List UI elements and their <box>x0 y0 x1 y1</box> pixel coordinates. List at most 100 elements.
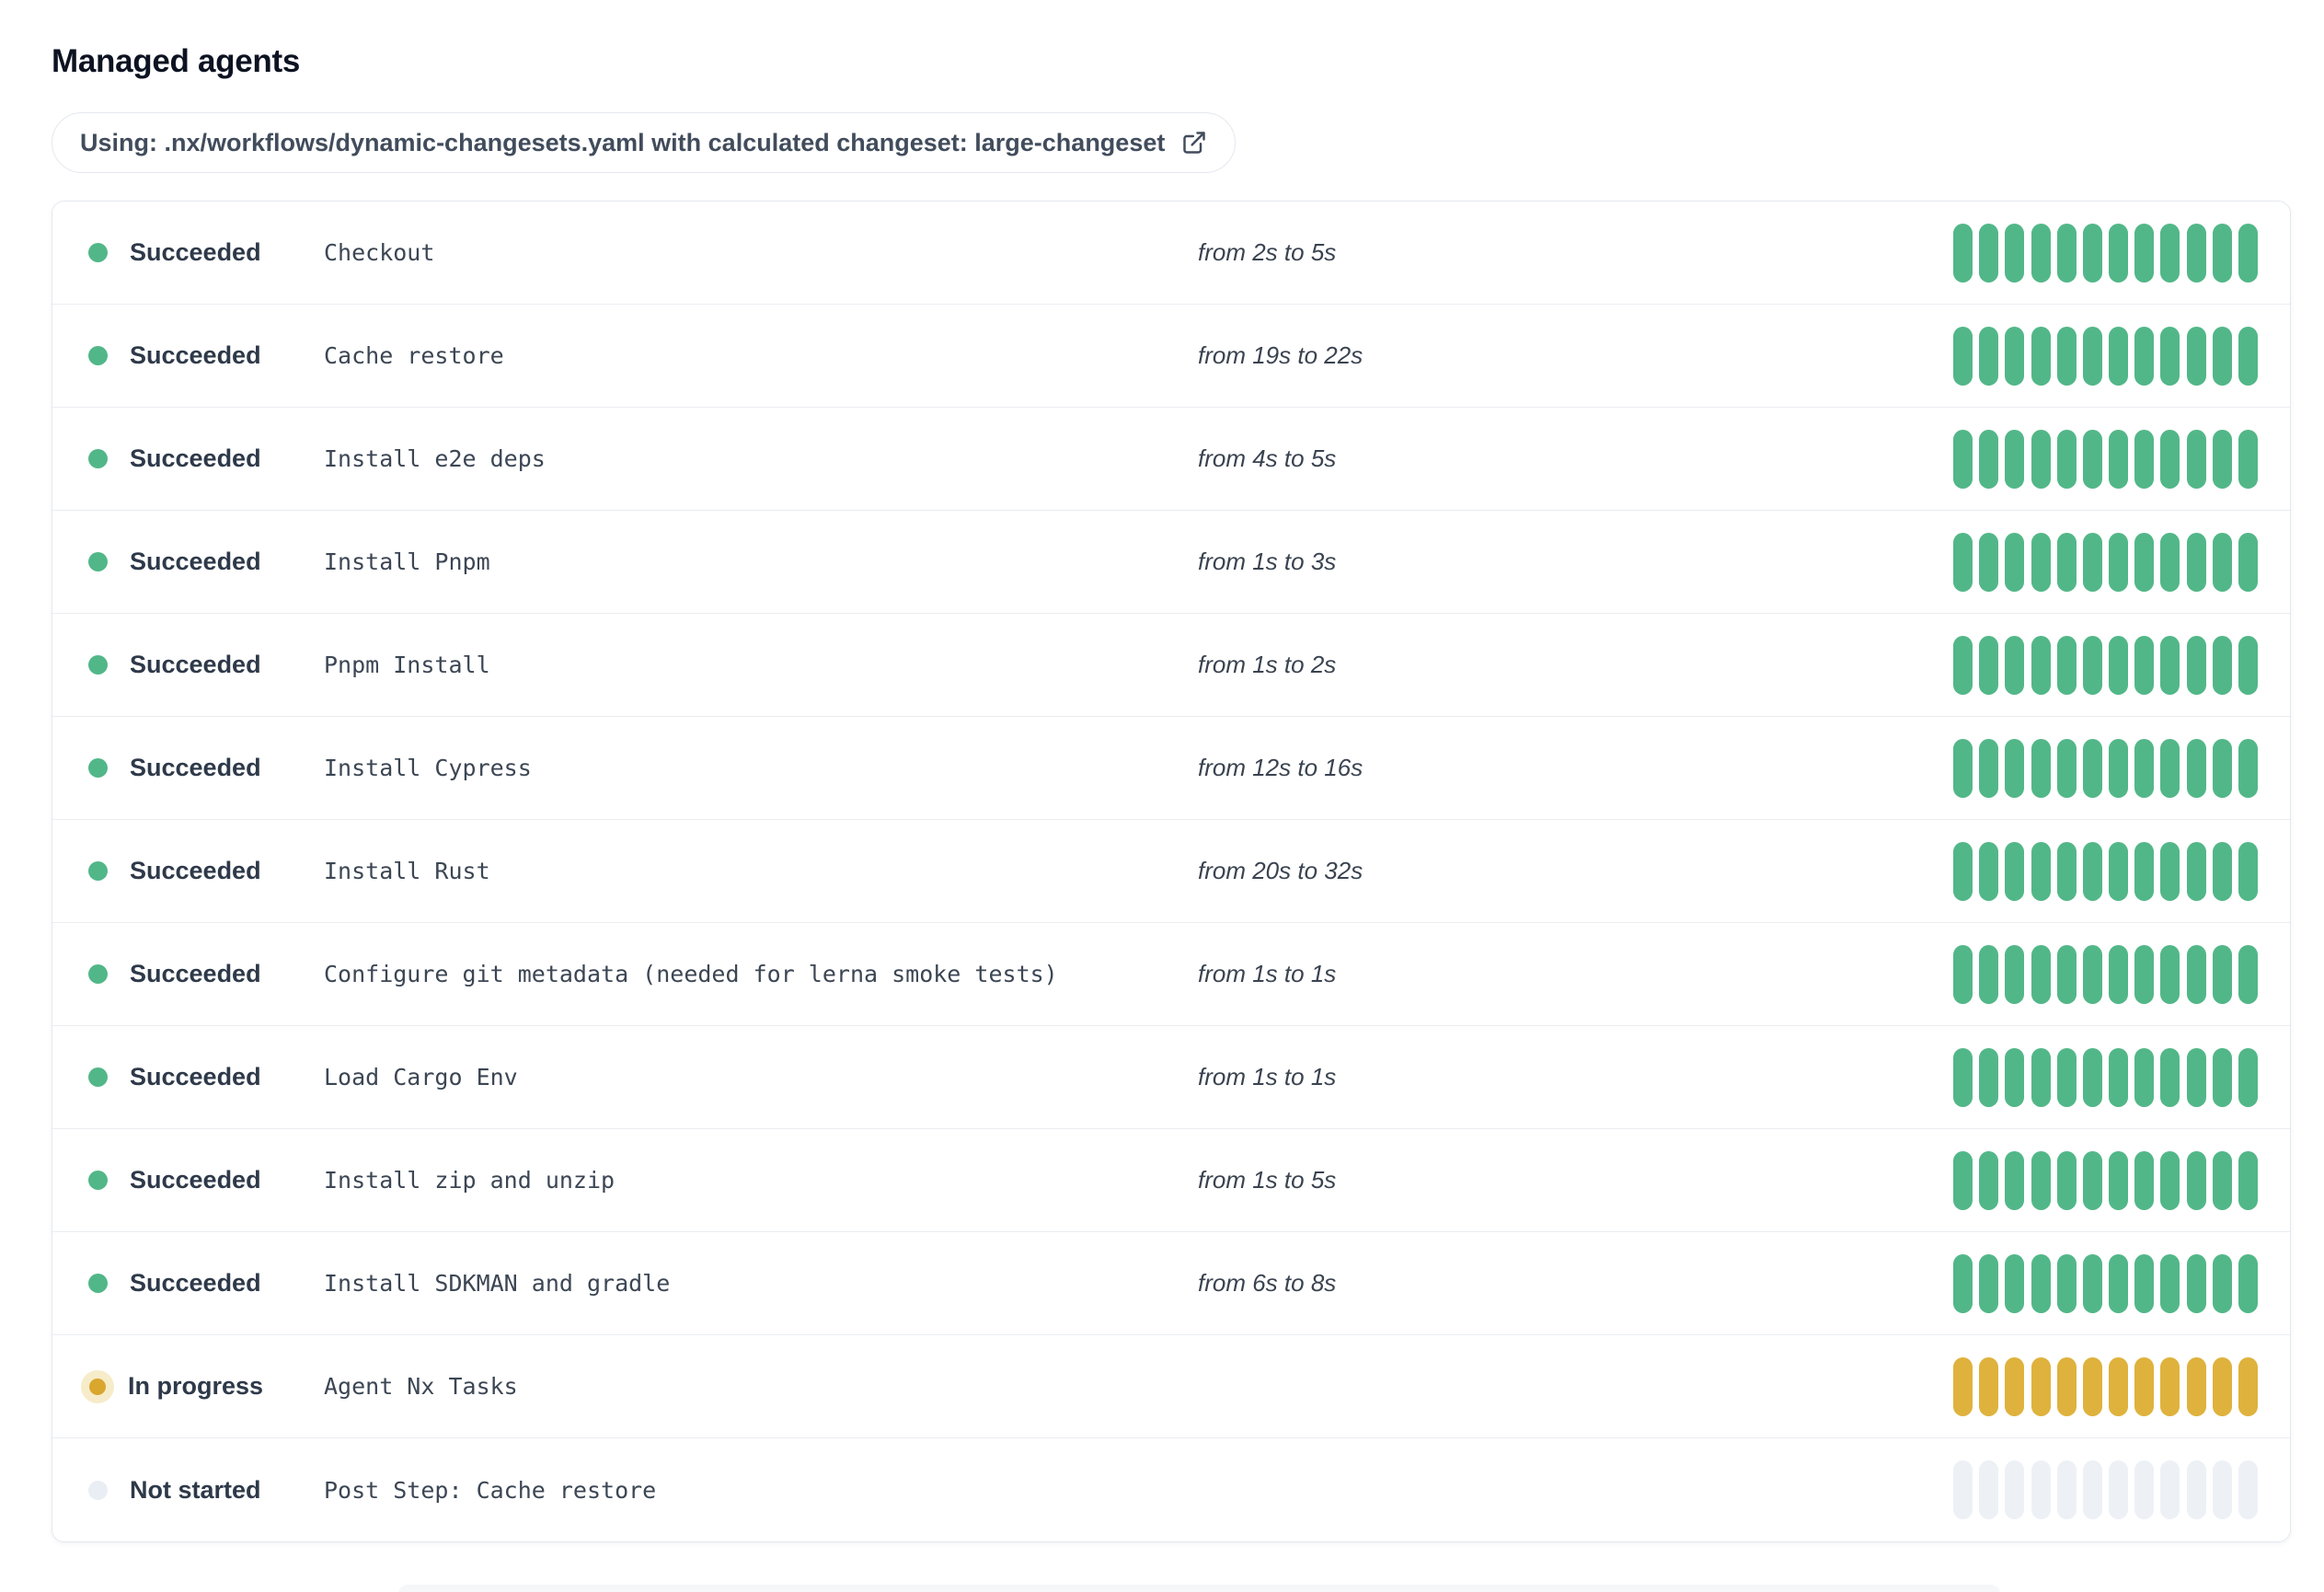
status-cell: Succeeded <box>88 960 324 988</box>
agent-step-row[interactable]: Succeeded Cache restore from 19s to 22s <box>52 305 2290 408</box>
agent-usage-bar <box>2238 532 2258 592</box>
agent-usage-bar <box>2031 326 2051 386</box>
step-duration: from 1s to 5s <box>1198 1166 1337 1194</box>
agent-usage-bar <box>1953 429 1973 489</box>
agent-usage-bar <box>2082 429 2102 489</box>
agent-usage-bar <box>2186 1150 2206 1210</box>
agent-usage-bar <box>2212 944 2232 1004</box>
agent-usage-bar <box>2186 1253 2206 1313</box>
agent-usage-bar <box>2082 635 2102 695</box>
agent-usage-bar <box>2056 841 2077 901</box>
step-duration: from 4s to 5s <box>1198 444 1337 472</box>
agent-bars <box>1953 223 2258 283</box>
agent-usage-bar <box>2031 1460 2051 1519</box>
agent-step-row[interactable]: Succeeded Pnpm Install from 1s to 2s <box>52 614 2290 717</box>
agent-step-row[interactable]: In progress Agent Nx Tasks <box>52 1335 2290 1438</box>
agent-usage-bar <box>2212 635 2232 695</box>
agent-usage-bar <box>2186 532 2206 592</box>
status-label: Succeeded <box>130 1166 261 1194</box>
agent-usage-bar <box>1953 738 1973 798</box>
agent-usage-bar <box>2031 1356 2051 1416</box>
agent-usage-bar <box>2082 532 2102 592</box>
agent-usage-bar <box>2109 1047 2129 1107</box>
status-label: Succeeded <box>130 548 261 575</box>
workflow-changeset-text: Using: .nx/workflows/dynamic-changesets.… <box>80 128 1166 156</box>
agent-usage-bar <box>1979 1356 1999 1416</box>
agent-usage-bar <box>2082 841 2102 901</box>
agent-usage-bar <box>2056 1150 2077 1210</box>
agent-usage-bar <box>2056 532 2077 592</box>
agent-usage-bar <box>2031 429 2051 489</box>
status-cell: Succeeded <box>88 857 324 885</box>
agent-usage-bar <box>2082 326 2102 386</box>
status-cell: Succeeded <box>88 444 324 473</box>
agent-step-row[interactable]: Succeeded Install Rust from 20s to 32s <box>52 820 2290 923</box>
agent-usage-bar <box>2056 429 2077 489</box>
step-name: Install Cypress <box>324 755 532 781</box>
next-section-stub <box>398 1585 2000 1592</box>
agent-usage-bar <box>2005 841 2025 901</box>
agent-usage-bar <box>1979 326 1999 386</box>
agent-usage-bar <box>2212 738 2232 798</box>
agent-usage-bar <box>2109 532 2129 592</box>
agent-usage-bar <box>2109 1460 2129 1519</box>
agents-card: Succeeded Checkout from 2s to 5s Succeed… <box>52 201 2291 1542</box>
agent-usage-bar <box>1979 944 1999 1004</box>
agent-usage-bar <box>2005 223 2025 283</box>
agent-step-row[interactable]: Succeeded Load Cargo Env from 1s to 1s <box>52 1026 2290 1129</box>
step-name: Pnpm Install <box>324 652 490 678</box>
status-cell: Succeeded <box>88 1063 324 1091</box>
agent-usage-bar <box>2160 532 2180 592</box>
step-duration: from 6s to 8s <box>1198 1269 1337 1297</box>
agent-usage-bar <box>2238 635 2258 695</box>
agent-bars <box>1953 1460 2258 1519</box>
agent-usage-bar <box>2134 1150 2155 1210</box>
agent-bars <box>1953 738 2258 798</box>
agent-usage-bar <box>2056 326 2077 386</box>
agent-usage-bar <box>2238 1150 2258 1210</box>
agent-usage-bar <box>1979 635 1999 695</box>
agent-usage-bar <box>2212 1253 2232 1313</box>
step-duration: from 19s to 22s <box>1198 341 1363 369</box>
agent-step-row[interactable]: Succeeded Install zip and unzip from 1s … <box>52 1129 2290 1232</box>
workflow-changeset-link[interactable]: Using: .nx/workflows/dynamic-changesets.… <box>52 112 1237 173</box>
agent-usage-bar <box>1979 1253 1999 1313</box>
agent-usage-bar <box>2160 1047 2180 1107</box>
agent-usage-bar <box>2134 532 2155 592</box>
status-label: Succeeded <box>130 1269 261 1297</box>
agent-usage-bar <box>2005 635 2025 695</box>
agent-step-row[interactable]: Succeeded Install Pnpm from 1s to 3s <box>52 511 2290 614</box>
agent-usage-bar <box>1953 532 1973 592</box>
agent-usage-bar <box>2109 1356 2129 1416</box>
agent-usage-bar <box>2031 738 2051 798</box>
agent-usage-bar <box>2160 1253 2180 1313</box>
agent-usage-bar <box>2005 738 2025 798</box>
agent-usage-bar <box>1953 326 1973 386</box>
step-name: Checkout <box>324 239 435 266</box>
agent-usage-bar <box>2160 1356 2180 1416</box>
status-label: Succeeded <box>130 960 261 987</box>
external-link-icon <box>1181 130 1207 156</box>
agent-step-row[interactable]: Succeeded Configure git metadata (needed… <box>52 923 2290 1026</box>
agent-bars <box>1953 532 2258 592</box>
agent-usage-bar <box>2031 223 2051 283</box>
step-name: Post Step: Cache restore <box>324 1476 657 1504</box>
agent-step-row[interactable]: Not started Post Step: Cache restore <box>52 1438 2290 1541</box>
agent-usage-bar <box>2134 944 2155 1004</box>
agent-usage-bar <box>2056 1460 2077 1519</box>
agent-usage-bar <box>1979 841 1999 901</box>
agent-usage-bar <box>2109 738 2129 798</box>
agent-usage-bar <box>2056 635 2077 695</box>
agent-step-row[interactable]: Succeeded Install SDKMAN and gradle from… <box>52 1232 2290 1335</box>
agent-usage-bar <box>1953 1356 1973 1416</box>
status-cell: Succeeded <box>88 1166 324 1194</box>
agent-step-row[interactable]: Succeeded Install Cypress from 12s to 16… <box>52 717 2290 820</box>
agent-usage-bar <box>2082 738 2102 798</box>
agent-usage-bar <box>1953 944 1973 1004</box>
agent-usage-bar <box>2109 429 2129 489</box>
status-cell: Succeeded <box>88 548 324 576</box>
agent-step-row[interactable]: Succeeded Checkout from 2s to 5s <box>52 202 2290 305</box>
agent-usage-bar <box>2056 223 2077 283</box>
agent-step-row[interactable]: Succeeded Install e2e deps from 4s to 5s <box>52 408 2290 511</box>
agent-usage-bar <box>2238 326 2258 386</box>
